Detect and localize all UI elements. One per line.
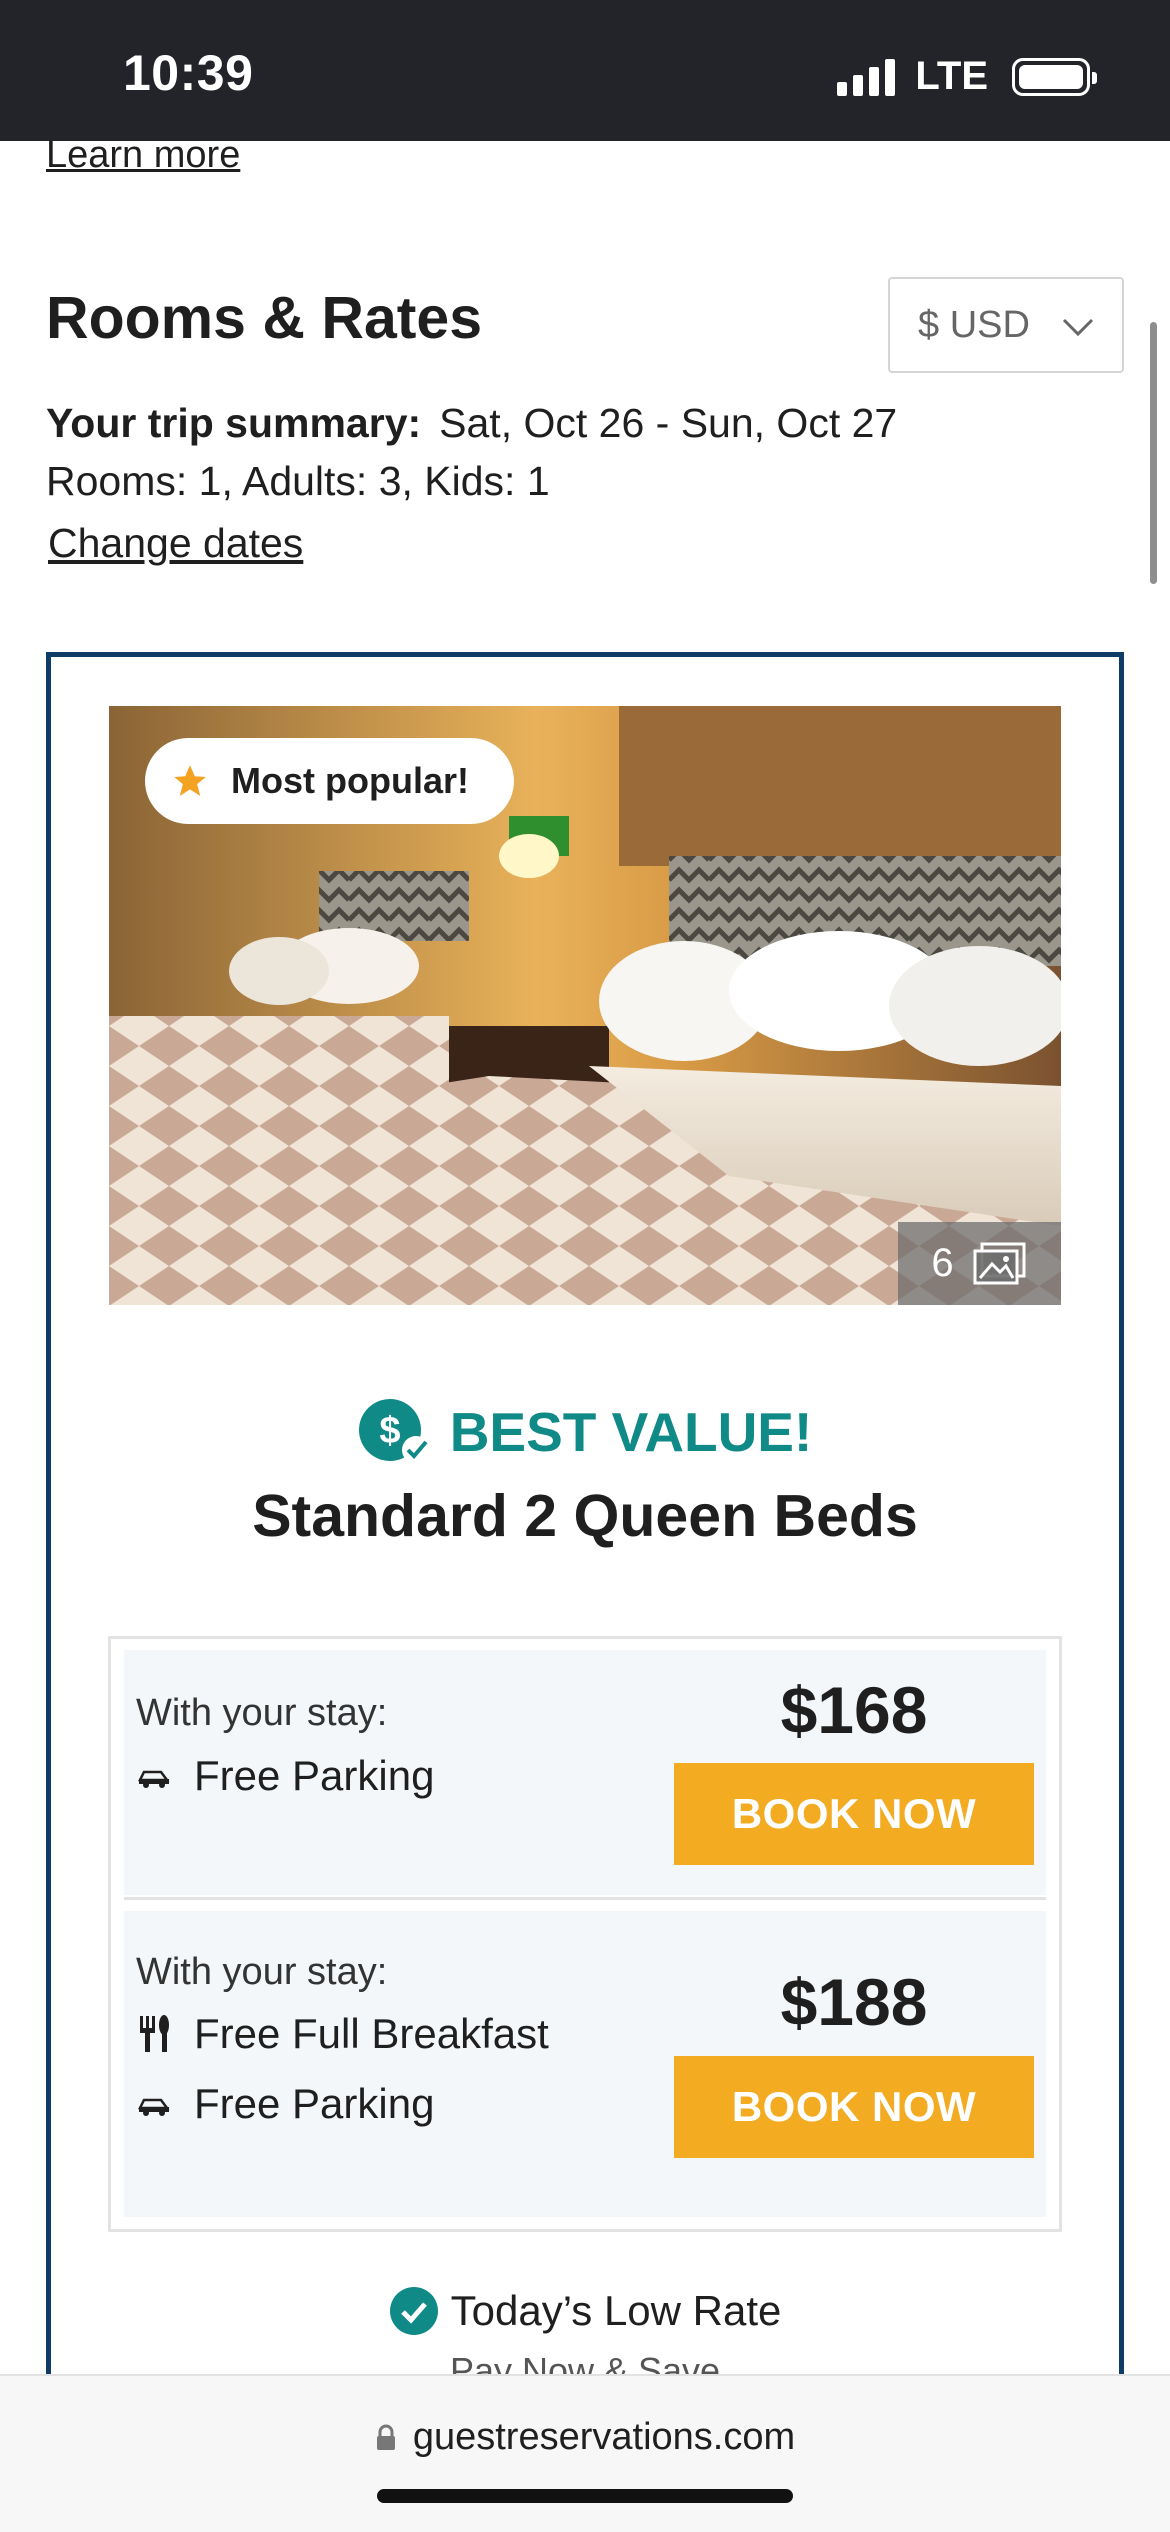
svg-text:$: $ xyxy=(379,1410,400,1452)
low-rate-text: Today’s Low Rate xyxy=(450,2287,782,2334)
battery-icon xyxy=(1012,57,1097,96)
status-time: 10:39 xyxy=(123,45,254,101)
amenity-label: Free Parking xyxy=(194,1752,435,1799)
with-stay-label: With your stay: xyxy=(136,1692,388,1734)
url-display[interactable]: guestreservations.com xyxy=(0,2416,1170,2459)
badge-label: Most popular! xyxy=(231,760,469,801)
currency-value: $ USD xyxy=(918,303,1030,346)
rate-divider xyxy=(124,1897,1046,1900)
rooms-guests: Rooms: 1, Adults: 3, Kids: 1 xyxy=(46,458,550,504)
learn-more-link[interactable]: Learn more xyxy=(46,134,240,177)
amenity-label: Free Full Breakfast xyxy=(194,2010,549,2057)
currency-select[interactable]: $ USD xyxy=(888,277,1124,373)
browser-url-bar[interactable]: guestreservations.com xyxy=(0,2374,1170,2532)
amenity-item: Free Parking xyxy=(136,2080,434,2128)
status-indicators: LTE xyxy=(837,54,1097,99)
rate-price: $168 xyxy=(780,1673,928,1747)
trip-summary-label: Your trip summary: xyxy=(46,400,422,446)
chevron-down-icon xyxy=(1062,318,1094,337)
amenity-label: Free Parking xyxy=(194,2080,435,2127)
room-name: Standard 2 Queen Beds xyxy=(252,1483,918,1549)
amenity-item: Free Parking xyxy=(136,1752,434,1800)
dollar-check-icon: $ xyxy=(358,1399,430,1464)
signal-icon xyxy=(837,58,896,96)
best-value-label: $ BEST VALUE! xyxy=(0,1398,1170,1466)
star-icon xyxy=(174,765,206,797)
lock-icon xyxy=(376,2424,395,2450)
page-title: Rooms & Rates xyxy=(46,285,483,351)
photo-gallery-button[interactable]: 6 xyxy=(898,1222,1061,1305)
amenity-item: Free Full Breakfast xyxy=(136,2010,549,2058)
rate-price: $188 xyxy=(780,1965,928,2039)
fork-knife-icon xyxy=(136,2014,172,2054)
with-stay-label: With your stay: xyxy=(136,1951,388,1993)
best-value-text: BEST VALUE! xyxy=(449,1401,813,1463)
gallery-icon xyxy=(973,1242,1026,1284)
trip-summary: Your trip summary: Sat, Oct 26 - Sun, Oct… xyxy=(46,400,897,447)
book-now-button[interactable]: BOOK NOW xyxy=(674,1763,1034,1865)
check-circle-icon xyxy=(389,2287,438,2335)
network-label: LTE xyxy=(915,54,988,98)
low-rate-label: Today’s Low Rate xyxy=(0,2286,1170,2336)
trip-dates: Sat, Oct 26 - Sun, Oct 27 xyxy=(439,400,898,446)
status-bar: 10:39 LTE xyxy=(0,0,1170,141)
book-now-button[interactable]: BOOK NOW xyxy=(674,2056,1034,2158)
photo-count: 6 xyxy=(931,1241,954,1285)
change-dates-link[interactable]: Change dates xyxy=(48,520,303,567)
car-icon xyxy=(136,2092,172,2116)
url-text: guestreservations.com xyxy=(412,2416,796,2458)
car-icon xyxy=(136,1764,172,1788)
home-indicator[interactable] xyxy=(377,2489,793,2503)
scrollbar[interactable] xyxy=(1150,322,1157,584)
most-popular-badge: Most popular! xyxy=(145,738,514,824)
